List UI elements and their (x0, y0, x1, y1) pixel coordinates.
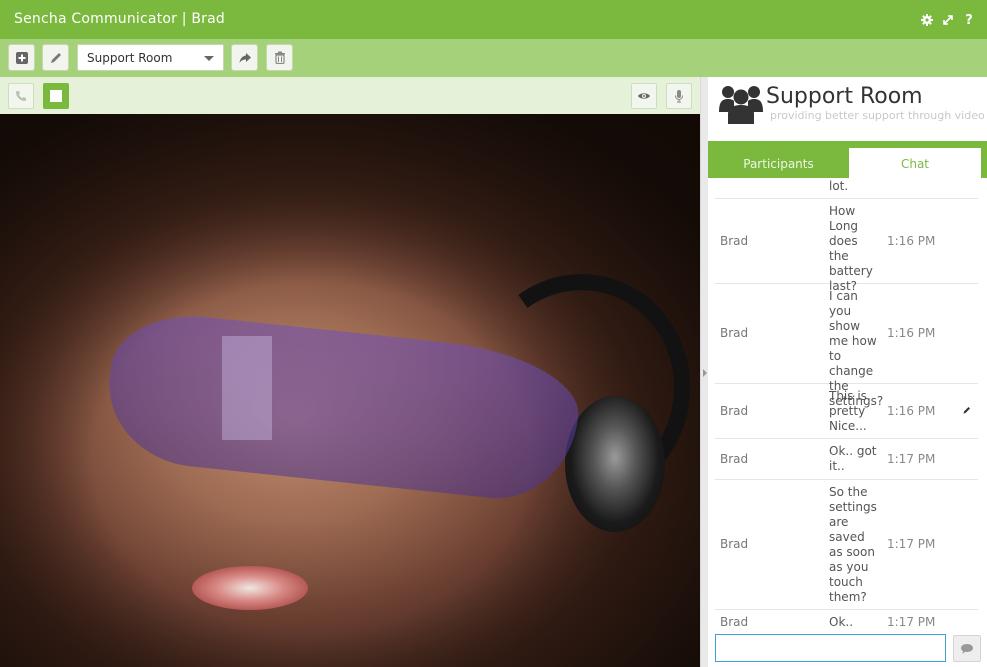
chat-row: Brad Ok.. got it.. 1:17 PM (715, 439, 978, 480)
room-select-value: Support Room (87, 51, 173, 65)
call-button[interactable] (8, 83, 34, 109)
chat-message: How Long does the battery last? (829, 204, 873, 293)
chat-row: Brad How Long does the battery last? 1:1… (715, 199, 978, 293)
view-button[interactable] (631, 83, 657, 109)
share-icon (239, 52, 251, 63)
trash-icon (274, 51, 285, 64)
video-stream[interactable] (0, 114, 700, 667)
help-icon[interactable]: ? (963, 13, 975, 28)
edit-button[interactable] (42, 44, 69, 71)
tab-chat[interactable]: Chat (849, 148, 981, 178)
chat-user: Brad (720, 234, 749, 248)
share-button[interactable] (231, 44, 258, 71)
video-controls (0, 77, 700, 114)
stop-video-button[interactable] (43, 83, 69, 109)
chat-user: Brad (720, 452, 749, 466)
chat-input[interactable] (715, 634, 946, 662)
speech-bubble-icon (961, 643, 973, 654)
chat-user: Brad (720, 615, 749, 629)
window-controls: ? (921, 11, 975, 29)
toolbar: Support Room (0, 39, 987, 77)
chat-time: 1:16 PM (887, 404, 936, 418)
panel-tabs: Participants Chat (708, 141, 987, 178)
chat-row: Brad Ok.. 1:17 PM (715, 610, 978, 631)
chat-user: Brad (720, 404, 749, 418)
chat-row: lot. (715, 178, 978, 199)
chat-time: 1:16 PM (887, 234, 936, 248)
chat-time: 1:17 PM (887, 452, 936, 466)
chat-message: Ok.. got it.. (829, 444, 877, 473)
chat-list[interactable]: lot. Brad How Long does the battery last… (715, 178, 978, 631)
room-select[interactable]: Support Room (77, 44, 224, 71)
room-title: Support Room (766, 84, 923, 109)
chat-time: 1:17 PM (887, 615, 936, 629)
chat-user: Brad (720, 537, 749, 551)
delete-button[interactable] (266, 44, 293, 71)
chat-time: 1:16 PM (887, 326, 936, 340)
eye-icon (638, 93, 650, 99)
chat-message: lot. (829, 179, 849, 193)
chat-row: Brad I can you show me how to change the… (715, 284, 978, 408)
chat-message: So the settings are saved as soon as you… (829, 485, 877, 604)
chat-row: Brad So the settings are saved as soon a… (715, 480, 978, 610)
title-bar: Sencha Communicator | Brad ? (0, 0, 987, 39)
mute-button[interactable] (666, 83, 692, 109)
plus-square-icon (15, 51, 28, 64)
chat-message: This is pretty Nice... (829, 389, 867, 433)
pencil-icon (50, 52, 61, 63)
stop-icon (50, 90, 62, 102)
room-panel: Support Room providing better support th… (708, 77, 987, 667)
expand-icon[interactable] (942, 13, 954, 27)
chat-user: Brad (720, 326, 749, 340)
gear-icon[interactable] (921, 13, 933, 27)
chevron-down-icon (204, 56, 214, 61)
tab-participants[interactable]: Participants (708, 148, 849, 178)
group-icon (719, 86, 763, 124)
phone-icon (16, 91, 26, 101)
panel-splitter[interactable] (700, 77, 708, 667)
new-room-button[interactable] (8, 44, 35, 71)
app-title: Sencha Communicator | Brad (14, 11, 225, 27)
microphone-icon (675, 90, 683, 103)
collapse-arrow-icon[interactable] (703, 369, 707, 377)
chat-message: Ok.. (829, 615, 854, 629)
chat-time: 1:17 PM (887, 537, 936, 551)
room-subtitle: providing better support through video (770, 109, 985, 122)
edit-message-icon[interactable] (963, 406, 971, 414)
send-button[interactable] (953, 635, 981, 662)
chat-row: Brad This is pretty Nice... 1:16 PM (715, 384, 978, 439)
